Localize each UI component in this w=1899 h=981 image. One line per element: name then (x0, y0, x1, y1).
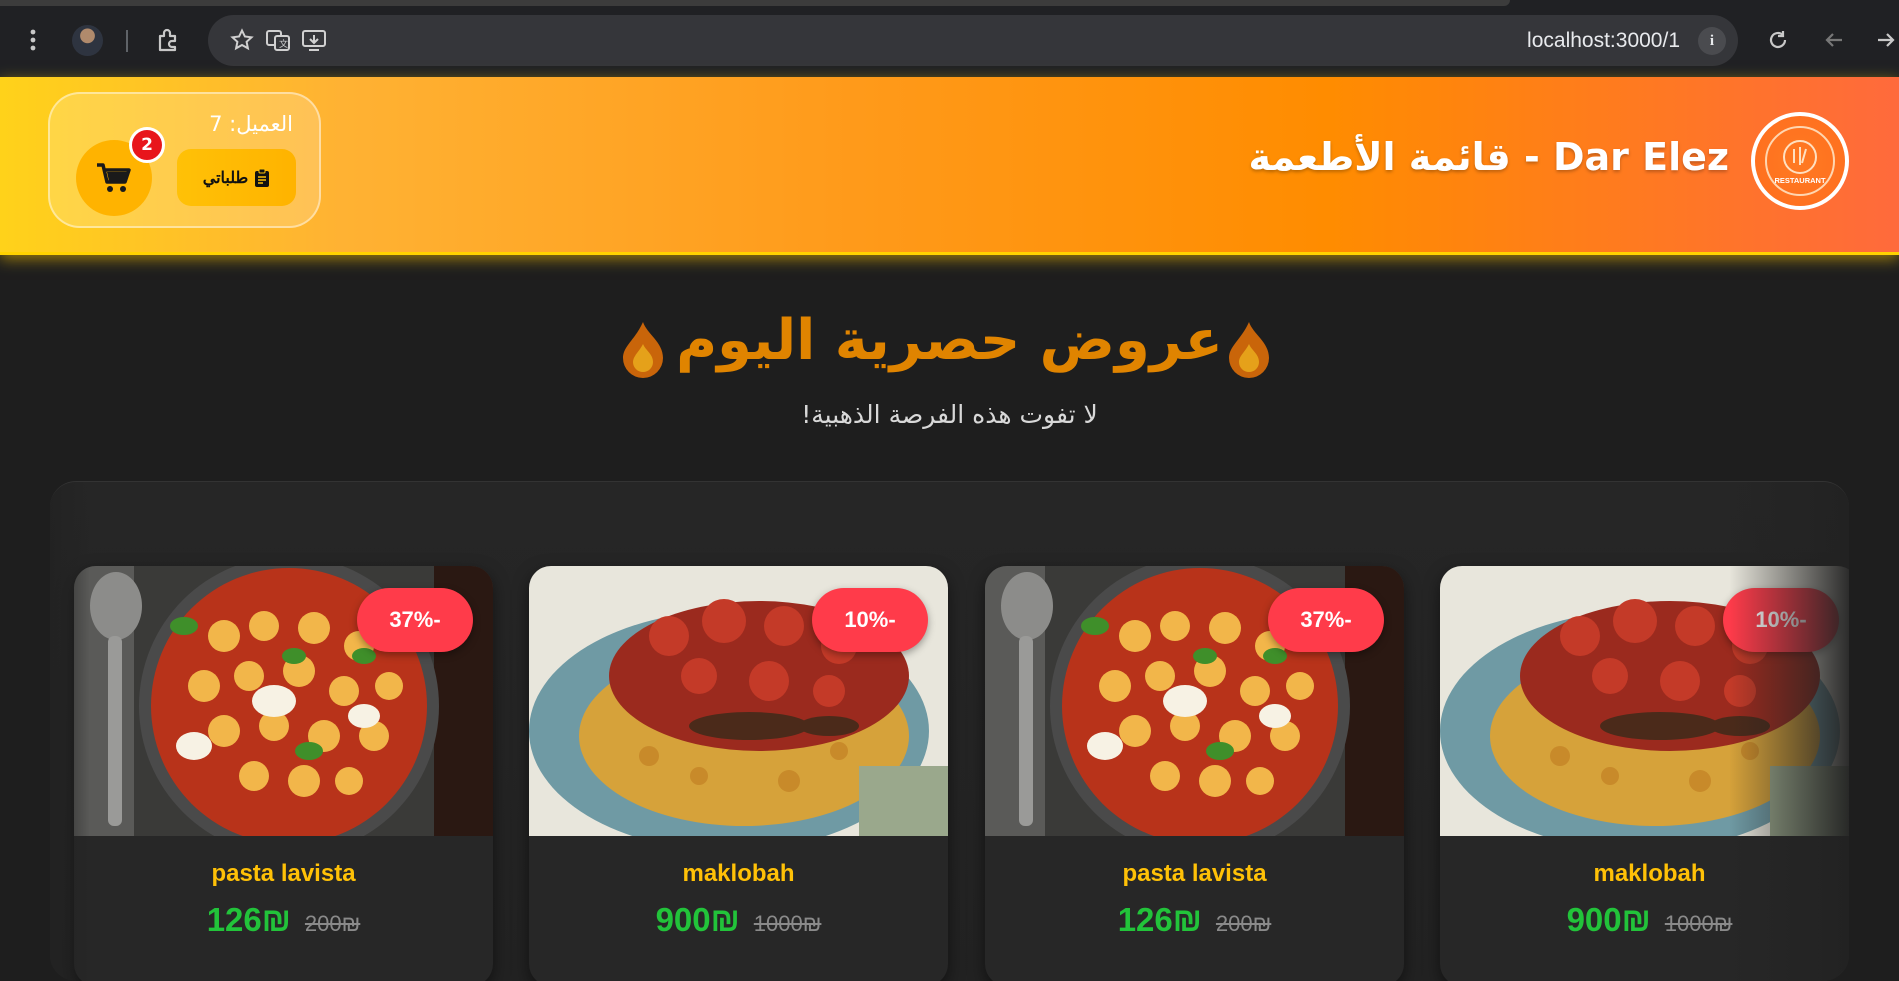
discounted-price: 900₪ (1566, 901, 1651, 938)
discounted-price: 900₪ (655, 901, 740, 938)
translate-icon[interactable]: 文 (262, 24, 294, 56)
dish-name: maklobah (1593, 860, 1706, 887)
page-title: Dar Elez - قائمة الأطعمة (1248, 135, 1729, 179)
clipboard-icon (255, 168, 270, 187)
original-price: 1000₪ (753, 911, 822, 936)
discount-badge: 37%- (1268, 588, 1384, 652)
tab-strip (0, 0, 1510, 6)
offer-card[interactable]: 10%- maklobah 900₪ 1000₪ (1440, 566, 1849, 981)
discount-badge: 37%- (357, 588, 473, 652)
shopping-cart-icon (97, 163, 131, 192)
offer-card[interactable]: 37%- pasta lavista 126₪ 200₪ (985, 566, 1404, 981)
offer-card[interactable]: 37%- pasta lavista 126₪ 200₪ (74, 566, 493, 981)
address-bar[interactable]: 文 localhost:3000/1 i (208, 15, 1738, 66)
cast-install-icon[interactable] (298, 24, 330, 56)
restaurant-logo[interactable]: RESTAURANT (1751, 112, 1849, 210)
offers-title: عروض حصرية اليوم (676, 308, 1223, 373)
discount-badge: 10%- (1723, 588, 1839, 652)
original-price: 200₪ (304, 911, 361, 936)
offers-carousel[interactable]: 37%- pasta lavista 126₪ 200₪ 10%- makloba… (50, 481, 1849, 981)
discounted-price: 126₪ (206, 901, 291, 938)
offer-card[interactable]: 10%- maklobah 900₪ 1000₪ (529, 566, 948, 981)
svg-text:文: 文 (279, 38, 288, 50)
site-header: RESTAURANT Dar Elez - قائمة الأطعمة العم… (0, 77, 1899, 255)
my-orders-label: طلباتي (202, 169, 249, 187)
client-label: العميل: 7 (209, 112, 293, 136)
toolbar-divider (126, 30, 128, 52)
fire-icon (1229, 322, 1269, 378)
logo-text: RESTAURANT (1774, 176, 1826, 185)
browser-toolbar: 文 localhost:3000/1 i (0, 0, 1899, 77)
user-panel: العميل: 7 طلباتي 2 (48, 92, 321, 228)
bookmark-star-icon[interactable] (226, 24, 258, 56)
reload-icon[interactable] (1762, 24, 1794, 56)
discount-badge: 10%- (812, 588, 928, 652)
profile-avatar[interactable] (72, 25, 103, 56)
price-row: 900₪ 1000₪ (529, 901, 948, 939)
original-price: 200₪ (1215, 911, 1272, 936)
discounted-price: 126₪ (1117, 901, 1202, 938)
kebab-menu-icon[interactable] (17, 24, 49, 56)
price-row: 900₪ 1000₪ (1440, 901, 1849, 939)
price-row: 126₪ 200₪ (74, 901, 493, 939)
original-price: 1000₪ (1664, 911, 1733, 936)
forward-arrow-icon[interactable] (1870, 24, 1899, 56)
dish-name: pasta lavista (1122, 860, 1267, 887)
dish-name: pasta lavista (211, 860, 356, 887)
extensions-icon[interactable] (153, 24, 185, 56)
logo-emblem: RESTAURANT (1765, 126, 1835, 196)
cart-count-badge: 2 (129, 127, 165, 163)
site-info-icon[interactable]: i (1698, 27, 1726, 55)
price-row: 126₪ 200₪ (985, 901, 1404, 939)
back-arrow-icon[interactable] (1818, 24, 1850, 56)
offers-subtitle: لا تفوت هذه الفرصة الذهبية! (801, 400, 1098, 429)
dish-name: maklobah (682, 860, 795, 887)
my-orders-button[interactable]: طلباتي (177, 149, 296, 206)
url-text[interactable]: localhost:3000/1 (1527, 29, 1680, 53)
